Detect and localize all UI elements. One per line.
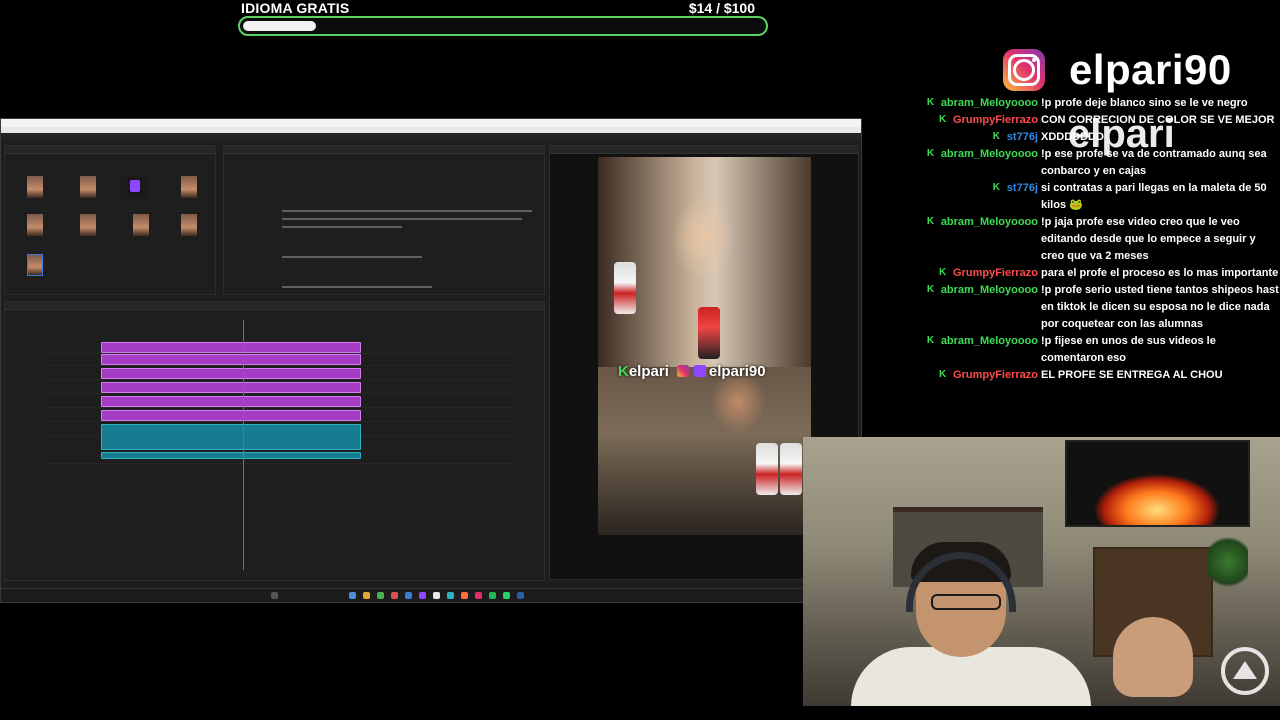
kick-badge-icon: K	[939, 114, 947, 125]
chat-message: GrumpyFierrazo K CON CORRECION DE COLOR SE…	[928, 112, 1280, 129]
kick-badge-icon: K	[939, 267, 947, 278]
chat-text: !p ese profe se va de contramado aunq se…	[1041, 148, 1267, 177]
search-icon[interactable]	[271, 592, 278, 599]
taskbar-app-icon[interactable]	[433, 592, 440, 599]
chat-text: XDDDDDDD	[1041, 131, 1104, 143]
brand-name: elpari90	[1069, 46, 1232, 93]
kick-badge-icon: K	[926, 97, 935, 108]
taskbar-app-icon[interactable]	[489, 592, 496, 599]
kick-badge-icon: K	[926, 335, 935, 346]
chat-message: abram_Meloyoooo K !p profe serio usted tie…	[926, 282, 1280, 333]
chat-text: si contratas a pari llegas en la maleta …	[1041, 182, 1267, 211]
instagram-icon	[1003, 49, 1045, 91]
taskbar-app-icon[interactable]	[349, 592, 356, 599]
window-titlebar	[1, 119, 861, 127]
taskbar-app-icon[interactable]	[517, 592, 524, 599]
chat-username[interactable]: GrumpyFierrazo	[953, 367, 1038, 384]
chat-username[interactable]: st776j	[1007, 129, 1038, 146]
workspace-tabs	[1, 133, 861, 141]
kick-badge-icon: K	[992, 182, 1001, 193]
kick-badge-icon: K	[939, 369, 947, 380]
project-panel	[4, 145, 216, 295]
tv-fireplace	[1065, 440, 1250, 527]
taskbar-app-icon[interactable]	[377, 592, 384, 599]
chat-username[interactable]: abram_Meloyoooo	[941, 214, 1038, 231]
kick-badge-icon: K	[992, 131, 1001, 142]
channel-logo-icon	[1221, 647, 1269, 695]
chat-panel: abram_Meloyoooo K !p profe deje blanco sin…	[926, 95, 1280, 384]
chat-text: !p profe deje blanco sino se le ve negro	[1041, 97, 1248, 109]
chat-username[interactable]: GrumpyFierrazo	[953, 265, 1038, 282]
chat-message: GrumpyFierrazo K EL PROFE SE ENTREGA AL CH…	[928, 367, 1280, 384]
twitch-icon	[127, 176, 149, 198]
kick-icon: K	[618, 363, 629, 380]
taskbar-app-icon[interactable]	[475, 592, 482, 599]
taskbar	[1, 588, 861, 602]
kick-badge-icon: K	[926, 148, 935, 159]
goal-title: IDIOMA GRATIS	[241, 0, 350, 16]
chat-message: abram_Meloyoooo K !p profe deje blanco sin…	[926, 95, 1280, 112]
kick-badge-icon: K	[926, 284, 935, 295]
watermark-left: elpari	[628, 363, 669, 380]
chat-text: !p fijese en unos de sus videos le comen…	[1041, 335, 1216, 364]
chat-message: st776j Ksi contratas a pari llegas en la …	[928, 180, 1280, 214]
taskbar-app-icon[interactable]	[461, 592, 468, 599]
chat-message: abram_Meloyoooo K !p jaja profe ese video …	[926, 214, 1280, 265]
chat-username[interactable]: abram_Meloyoooo	[941, 95, 1038, 112]
taskbar-app-icon[interactable]	[405, 592, 412, 599]
chat-message: GrumpyFierrazo Kpara el profe el proceso …	[928, 265, 1280, 282]
chat-username[interactable]: abram_Meloyoooo	[941, 282, 1038, 299]
video-preview: Kelpari elpari90	[598, 157, 811, 535]
chat-text: EL PROFE SE ENTREGA AL CHOU	[1041, 369, 1223, 381]
chat-username[interactable]: abram_Meloyoooo	[941, 333, 1038, 350]
chat-message: st776j K XDDDDDDD	[928, 129, 1280, 146]
chat-username[interactable]: abram_Meloyoooo	[941, 146, 1038, 163]
goal-progress-bar	[238, 16, 768, 36]
taskbar-app-icon[interactable]	[363, 592, 370, 599]
taskbar-app-icon[interactable]	[391, 592, 398, 599]
taskbar-app-icon[interactable]	[419, 592, 426, 599]
goal-progress-fill	[243, 21, 316, 31]
taskbar-app-icon[interactable]	[447, 592, 454, 599]
timeline-panel	[4, 301, 545, 581]
watermark-right: elpari90	[708, 363, 766, 380]
instagram-small-icon	[676, 365, 689, 377]
chat-text: para el profe el proceso es lo mas impor…	[1041, 267, 1279, 279]
twitch-small-icon	[693, 365, 706, 377]
chat-username[interactable]: GrumpyFierrazo	[953, 112, 1038, 129]
chat-message: abram_Meloyoooo K !p ese profe se va de co…	[926, 146, 1280, 180]
transcript-panel	[223, 145, 545, 295]
kick-badge-icon: K	[926, 216, 935, 227]
taskbar-app-icon[interactable]	[503, 592, 510, 599]
chat-username[interactable]: st776j	[1007, 180, 1038, 197]
chat-text: !p jaja profe ese video creo que le veo …	[1041, 216, 1256, 262]
chat-text: !p profe serio usted tiene tantos shipeo…	[1041, 284, 1279, 330]
video-watermark: Kelpari elpari90	[618, 363, 766, 380]
chat-text: CON CORRECION DE COLOR SE VE MEJOR	[1041, 114, 1275, 126]
chat-message: abram_Meloyoooo K !p fijese en unos de sus…	[926, 333, 1280, 367]
webcam	[803, 437, 1280, 706]
goal-amount: $14 / $100	[688, 0, 755, 16]
